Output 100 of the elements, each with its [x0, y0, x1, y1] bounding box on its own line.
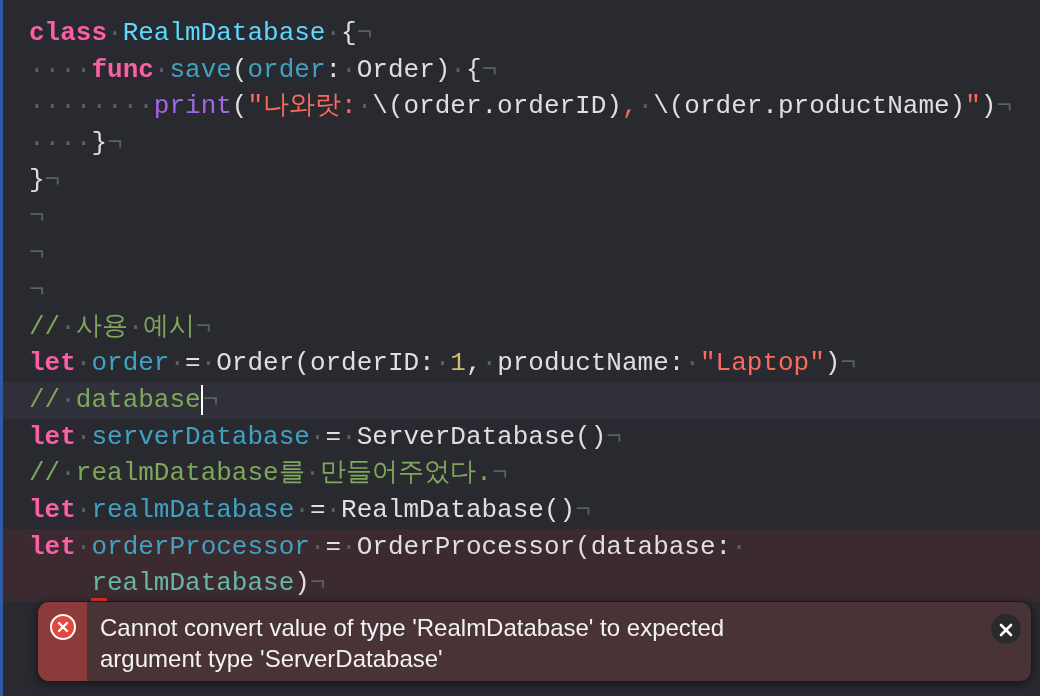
code-text: )	[980, 91, 997, 122]
code-text: }	[91, 128, 108, 159]
code-text: productName:	[497, 348, 685, 379]
identifier: orderProcessor	[91, 531, 310, 562]
whitespace-mark: ·	[325, 18, 342, 48]
string-literal: ,	[621, 91, 638, 122]
code-text: =	[185, 348, 201, 379]
line-end-mark: ¬	[195, 311, 212, 342]
code-keyword: class	[29, 18, 107, 48]
code-text: Order)	[356, 54, 451, 85]
code-text: (	[231, 91, 248, 122]
line-end-mark: ¬	[996, 91, 1013, 122]
whitespace-mark: ·	[731, 531, 747, 562]
whitespace-mark: ·	[325, 494, 342, 525]
whitespace-mark: ·	[356, 91, 373, 122]
code-text: }	[29, 164, 45, 195]
code-text: =	[309, 494, 326, 525]
code-text: OrderProcessor(database:	[356, 531, 732, 562]
code-keyword: let	[29, 348, 76, 379]
line-end-mark: ¬	[202, 384, 219, 415]
code-text: {	[465, 54, 482, 85]
code-comment: 예시	[143, 311, 196, 342]
identifier: order	[91, 348, 170, 379]
whitespace-mark: ·	[341, 421, 357, 452]
type-name: RealmDatabase	[122, 18, 326, 48]
whitespace-mark: ·	[637, 91, 654, 122]
code-text: =	[325, 531, 342, 562]
string-literal: "	[965, 91, 981, 122]
code-text: \(order.orderID)	[372, 91, 622, 122]
whitespace-mark: ····	[29, 128, 92, 159]
line-end-mark: ¬	[840, 348, 857, 379]
code-comment: database	[75, 384, 201, 415]
line-end-mark: ¬	[44, 164, 61, 195]
close-icon	[999, 623, 1013, 637]
string-literal: "Laptop"	[700, 348, 825, 379]
line-end-mark: ¬	[29, 238, 45, 269]
whitespace-mark: ·	[309, 531, 326, 562]
code-text: \(order.productName)	[653, 91, 966, 122]
whitespace-mark: ·	[341, 54, 357, 85]
code-text: RealmDatabase()	[341, 494, 576, 525]
code-text: ,	[465, 348, 482, 379]
code-keyword: func	[91, 54, 154, 85]
whitespace-mark: ·	[127, 311, 144, 342]
code-text: ServerDatabase()	[356, 421, 607, 452]
whitespace-mark: ········	[29, 91, 154, 122]
line-end-mark: ¬	[356, 18, 373, 48]
code-comment: //	[29, 311, 61, 342]
line-end-mark: ¬	[481, 54, 498, 85]
identifier: serverDatabase	[91, 421, 310, 452]
whitespace-mark: ·	[200, 348, 217, 379]
whitespace-mark: ·	[684, 348, 700, 379]
code-comment: //	[29, 384, 61, 415]
whitespace-mark: ····	[29, 54, 92, 85]
whitespace-mark: ·	[450, 54, 466, 85]
code-text: (	[231, 54, 248, 85]
whitespace-mark: ·	[60, 458, 76, 489]
identifier: realmDatabase	[91, 494, 295, 525]
whitespace-mark: ·	[481, 348, 498, 379]
whitespace-mark: ·	[309, 421, 326, 452]
whitespace-mark: ·	[107, 18, 123, 48]
code-keyword: let	[29, 421, 76, 452]
error-message: Cannot convert value of type 'RealmDatabase' to expected argument type 'ServerDatabase'	[99, 613, 726, 674]
identifier: order	[247, 54, 326, 85]
code-text: )	[824, 348, 841, 379]
line-end-mark: ¬	[491, 458, 508, 489]
code-comment: //	[29, 458, 61, 489]
function-call: print	[153, 91, 232, 122]
code-text: :	[325, 54, 342, 85]
code-comment: 만들어주었다.	[320, 458, 492, 489]
line-end-mark: ¬	[606, 421, 622, 452]
code-keyword: let	[29, 494, 76, 525]
whitespace-mark: ·	[75, 348, 92, 379]
whitespace-mark: ·	[304, 458, 321, 489]
whitespace-mark: ·	[75, 421, 92, 452]
whitespace-mark: ·	[341, 531, 357, 562]
whitespace-mark: ·	[75, 494, 92, 525]
identifier: save	[169, 54, 232, 85]
identifier: ealmDatabase	[107, 568, 295, 599]
whitespace-mark: ·	[294, 494, 310, 525]
line-end-mark: ¬	[309, 568, 326, 599]
close-button[interactable]	[991, 614, 1021, 644]
whitespace-mark: ·	[434, 348, 451, 379]
line-end-mark: ¬	[107, 128, 123, 159]
code-keyword: let	[29, 531, 76, 562]
whitespace-mark: ·	[60, 384, 76, 415]
code-text: Order(orderID:	[216, 348, 435, 379]
whitespace-mark: ·	[75, 531, 92, 562]
string-literal: "나와랏:	[247, 91, 357, 122]
code-text: =	[325, 421, 342, 452]
line-end-mark: ¬	[29, 274, 45, 305]
code-text: )	[294, 568, 310, 599]
number-literal: 1	[450, 348, 466, 379]
whitespace-mark: ·	[153, 54, 170, 85]
error-icon	[49, 614, 76, 640]
code-comment: 사용	[75, 311, 128, 342]
code-text: {	[341, 18, 357, 48]
line-end-mark: ¬	[29, 201, 45, 232]
code-comment: realmDatabase를	[75, 458, 305, 489]
line-end-mark: ¬	[575, 494, 591, 525]
whitespace-mark: ·	[169, 348, 186, 379]
